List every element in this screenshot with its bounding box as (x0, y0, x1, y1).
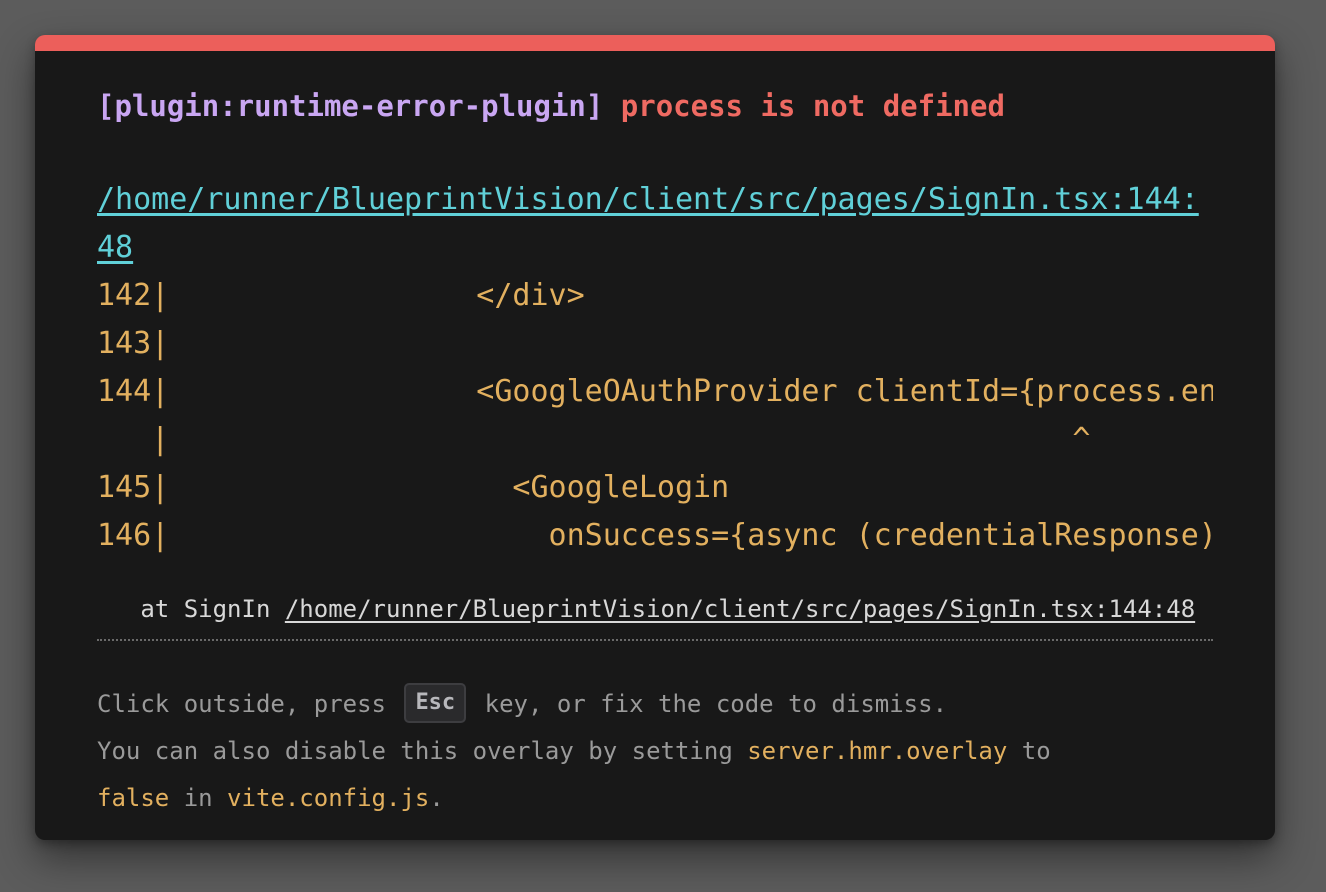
tip-text: Click outside, press (97, 690, 386, 718)
stack-file-link[interactable]: /home/runner/BlueprintVision/client/src/… (285, 595, 1195, 623)
code-frame: 142| </div> 143| 144| <GoogleOAuthProvid… (97, 272, 1213, 560)
tip-line: false in vite.config.js. (97, 775, 1213, 822)
code-frame-line: 145| <GoogleLogin (97, 464, 1213, 512)
config-option-code: server.hmr.overlay (747, 737, 1008, 765)
error-message: [plugin:runtime-error-plugin] process is… (97, 88, 1005, 124)
error-caret: ^ (169, 422, 1091, 457)
plugin-name: [plugin:runtime-error-plugin] (97, 89, 604, 123)
line-gutter: 144| (97, 374, 170, 409)
stack-prefix: at SignIn (97, 595, 285, 623)
error-file-link[interactable]: /home/runner/BlueprintVision/client/src/… (97, 176, 1213, 272)
stack-trace: at SignIn /home/runner/BlueprintVision/c… (97, 589, 1213, 629)
line-gutter: 145| (97, 470, 170, 505)
code-frame-line: 143| (97, 320, 1213, 368)
line-gutter: 142| (97, 278, 170, 313)
divider (97, 639, 1213, 641)
tip-text: . (429, 784, 444, 812)
error-overlay: [plugin:runtime-error-plugin] process is… (35, 35, 1275, 840)
tip-text: to (1007, 737, 1051, 765)
tip-line: Click outside, press Esc key, or fix the… (97, 681, 1213, 728)
false-value-code: false (97, 784, 170, 812)
line-gutter: 143| (97, 326, 170, 361)
tip-line: You can also disable this overlay by set… (97, 728, 1213, 775)
esc-key: Esc (404, 683, 467, 723)
tip-text: key, or fix the code to dismiss. (484, 690, 948, 718)
line-gutter: | (97, 422, 170, 457)
error-message-body: process is not defined (620, 89, 1005, 123)
config-file-code: vite.config.js (227, 784, 430, 812)
code-frame-line: 142| </div> (97, 272, 1213, 320)
tip-text: in (169, 784, 228, 812)
code-frame-line: 144| <GoogleOAuthProvider clientId={proc… (97, 368, 1213, 416)
dismiss-tip: Click outside, press Esc key, or fix the… (97, 681, 1213, 822)
line-code: onSuccess={async (credentialResponse) =>… (169, 518, 1213, 553)
code-frame-caret-line: | ^ (97, 416, 1213, 464)
line-code: <GoogleOAuthProvider clientId={process.e… (476, 374, 1213, 409)
line-code: <GoogleLogin (169, 470, 730, 505)
line-code: </div> (169, 278, 585, 313)
tip-text: You can also disable this overlay by set… (97, 737, 748, 765)
line-gutter: 146| (97, 518, 170, 553)
code-frame-line: 146| onSuccess={async (credentialRespons… (97, 512, 1213, 560)
